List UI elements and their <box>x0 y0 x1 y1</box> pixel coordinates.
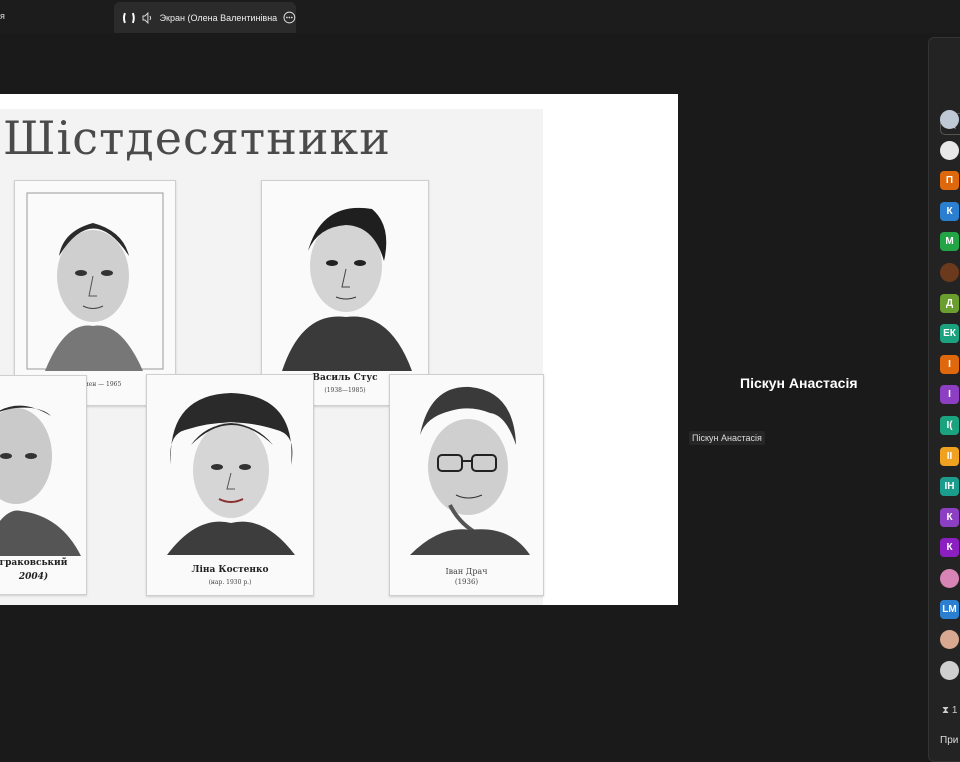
participant-name-large: Піскун Анастасія <box>740 375 858 391</box>
tab-previous[interactable]: я <box>0 0 112 33</box>
quote-icon <box>122 12 135 23</box>
portrait-image-3 <box>0 405 81 556</box>
participant-avatar[interactable]: І( <box>940 416 959 435</box>
top-tab-bar: я Экран (Олена Валентинівна <box>0 0 960 33</box>
portrait-card-3: граковський 2004) <box>0 375 87 595</box>
participant-avatar[interactable]: І <box>940 354 959 374</box>
portrait-card-1: Свисмен — 1965 <box>14 180 176 406</box>
participant-avatar[interactable] <box>940 110 959 129</box>
portrait-card-4: Ліна Костенко (нар. 1930 р.) <box>146 374 314 596</box>
slide-title: Шістдесятники <box>3 111 391 165</box>
participant-avatar[interactable]: ІІ <box>940 446 959 466</box>
participant-avatar[interactable]: К <box>940 507 959 527</box>
participant-avatar[interactable] <box>940 263 959 282</box>
participant-avatar[interactable]: К <box>940 201 959 221</box>
participant-avatar[interactable]: К <box>940 538 959 558</box>
participant-avatar[interactable] <box>940 140 959 160</box>
participant-avatar[interactable]: П <box>940 171 959 191</box>
participant-avatar[interactable]: ЕК <box>940 324 959 344</box>
speaker-icon <box>142 11 151 24</box>
participant-avatar[interactable] <box>940 660 959 680</box>
card-3-name: граковський <box>0 558 68 568</box>
card-3-years: 2004) <box>18 572 49 582</box>
card-5-years: (1936) <box>454 578 479 586</box>
portrait-image-5 <box>410 386 530 555</box>
card-4-years: (нар. 1930 р.) <box>208 579 252 586</box>
participant-avatar[interactable] <box>940 569 959 588</box>
participant-avatar[interactable]: LM <box>940 599 959 619</box>
tab-screen-share-label: Экран (Олена Валентинівна <box>159 12 278 23</box>
participant-name-tag: Піскун Анастасія <box>689 431 765 445</box>
meeting-timer: ⧗ 1 <box>942 705 958 716</box>
meeting-timer-value: 1 <box>951 705 958 716</box>
participant-avatar[interactable]: ІН <box>940 477 959 497</box>
tab-previous-label: я <box>0 11 5 21</box>
card-5-name: Іван Драч <box>445 567 488 576</box>
portrait-card-2: Василь Стус (1938—1985) <box>261 180 429 406</box>
participant-avatar[interactable]: М <box>940 232 959 252</box>
tab-screen-share[interactable]: Экран (Олена Валентинівна <box>114 2 296 33</box>
participant-avatar[interactable]: І <box>940 385 959 405</box>
shared-screen: Шістдесятники Свисмен — 1965 Василь Стус… <box>0 94 678 605</box>
portrait-image-1 <box>26 192 164 371</box>
more-options-icon[interactable] <box>283 11 296 24</box>
card-4-name: Ліна Костенко <box>191 565 269 575</box>
participant-avatar[interactable]: Д <box>940 293 959 313</box>
portrait-image-4 <box>167 393 295 555</box>
portrait-image-2 <box>282 207 412 371</box>
invite-button[interactable]: При <box>940 735 958 746</box>
portrait-card-5: Іван Драч (1936) <box>389 374 544 596</box>
presentation-slide: Шістдесятники Свисмен — 1965 Василь Стус… <box>0 109 544 605</box>
